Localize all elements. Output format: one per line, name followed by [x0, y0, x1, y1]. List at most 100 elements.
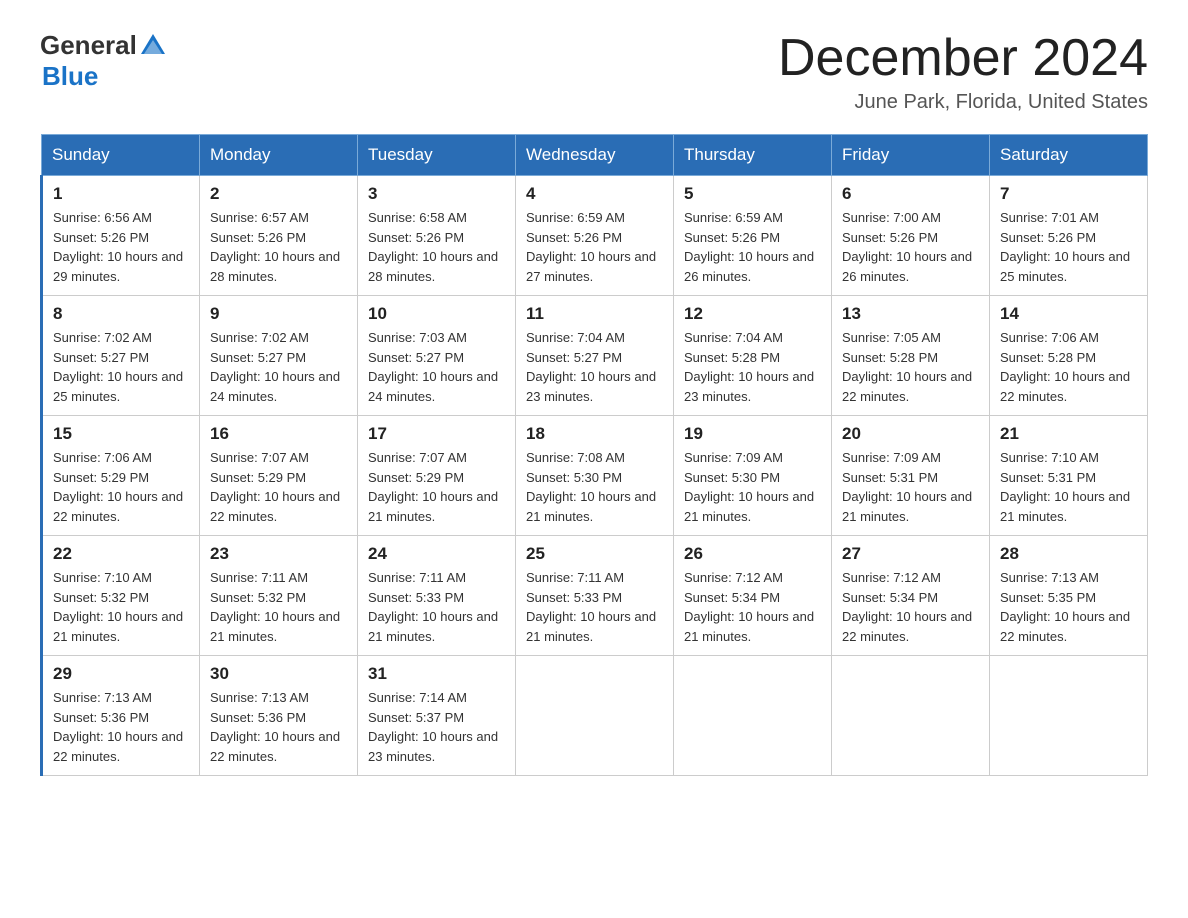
calendar-cell [674, 656, 832, 776]
calendar-cell: 5Sunrise: 6:59 AMSunset: 5:26 PMDaylight… [674, 176, 832, 296]
day-number: 28 [1000, 544, 1137, 564]
day-number: 4 [526, 184, 663, 204]
calendar-cell: 7Sunrise: 7:01 AMSunset: 5:26 PMDaylight… [990, 176, 1148, 296]
page-header: General Blue December 2024 June Park, Fl… [40, 30, 1148, 114]
day-info: Sunrise: 6:59 AMSunset: 5:26 PMDaylight:… [526, 208, 663, 286]
title-area: December 2024 June Park, Florida, United… [778, 30, 1148, 114]
day-info: Sunrise: 6:56 AMSunset: 5:26 PMDaylight:… [53, 208, 189, 286]
day-number: 23 [210, 544, 347, 564]
calendar-cell: 13 Sunrise: 7:05 AMSunset: 5:28 PMDayligh… [832, 296, 990, 416]
calendar-header-sunday: Sunday [42, 135, 200, 176]
calendar-cell: 24 Sunrise: 7:11 AMSunset: 5:33 PMDayligh… [358, 536, 516, 656]
calendar-table: SundayMondayTuesdayWednesdayThursdayFrid… [40, 134, 1148, 776]
calendar-cell: 26 Sunrise: 7:12 AMSunset: 5:34 PMDayligh… [674, 536, 832, 656]
calendar-week-row: 22 Sunrise: 7:10 AMSunset: 5:32 PMDayligh… [42, 536, 1148, 656]
day-number: 24 [368, 544, 505, 564]
day-info: Sunrise: 7:10 AMSunset: 5:31 PMDaylight:… [1000, 448, 1137, 526]
day-number: 19 [684, 424, 821, 444]
day-info: Sunrise: 7:13 AMSunset: 5:36 PMDaylight:… [210, 688, 347, 766]
day-number: 26 [684, 544, 821, 564]
calendar-cell: 2 Sunrise: 6:57 AMSunset: 5:26 PMDaylight… [200, 176, 358, 296]
calendar-header-row: SundayMondayTuesdayWednesdayThursdayFrid… [42, 135, 1148, 176]
day-number: 9 [210, 304, 347, 324]
calendar-cell: 11 Sunrise: 7:04 AMSunset: 5:27 PMDayligh… [516, 296, 674, 416]
day-number: 27 [842, 544, 979, 564]
calendar-cell: 14 Sunrise: 7:06 AMSunset: 5:28 PMDayligh… [990, 296, 1148, 416]
calendar-cell: 3Sunrise: 6:58 AMSunset: 5:26 PMDaylight… [358, 176, 516, 296]
day-number: 18 [526, 424, 663, 444]
calendar-cell: 17 Sunrise: 7:07 AMSunset: 5:29 PMDayligh… [358, 416, 516, 536]
day-info: Sunrise: 7:10 AMSunset: 5:32 PMDaylight:… [53, 568, 189, 646]
day-info: Sunrise: 7:04 AMSunset: 5:28 PMDaylight:… [684, 328, 821, 406]
logo: General Blue [40, 30, 167, 92]
calendar-cell: 23 Sunrise: 7:11 AMSunset: 5:32 PMDayligh… [200, 536, 358, 656]
day-info: Sunrise: 7:06 AMSunset: 5:29 PMDaylight:… [53, 448, 189, 526]
calendar-cell: 25 Sunrise: 7:11 AMSunset: 5:33 PMDayligh… [516, 536, 674, 656]
calendar-cell: 16 Sunrise: 7:07 AMSunset: 5:29 PMDayligh… [200, 416, 358, 536]
month-title: December 2024 [778, 30, 1148, 87]
calendar-week-row: 29 Sunrise: 7:13 AMSunset: 5:36 PMDayligh… [42, 656, 1148, 776]
calendar-header-thursday: Thursday [674, 135, 832, 176]
calendar-cell: 20Sunrise: 7:09 AMSunset: 5:31 PMDayligh… [832, 416, 990, 536]
day-info: Sunrise: 7:12 AMSunset: 5:34 PMDaylight:… [842, 568, 979, 646]
calendar-cell: 28Sunrise: 7:13 AMSunset: 5:35 PMDayligh… [990, 536, 1148, 656]
calendar-cell: 10Sunrise: 7:03 AMSunset: 5:27 PMDayligh… [358, 296, 516, 416]
logo-blue-text: Blue [42, 61, 98, 92]
calendar-cell: 31 Sunrise: 7:14 AMSunset: 5:37 PMDayligh… [358, 656, 516, 776]
day-number: 16 [210, 424, 347, 444]
day-number: 7 [1000, 184, 1137, 204]
calendar-cell: 12 Sunrise: 7:04 AMSunset: 5:28 PMDayligh… [674, 296, 832, 416]
day-info: Sunrise: 7:02 AMSunset: 5:27 PMDaylight:… [53, 328, 189, 406]
day-number: 31 [368, 664, 505, 684]
calendar-cell: 29 Sunrise: 7:13 AMSunset: 5:36 PMDayligh… [42, 656, 200, 776]
day-info: Sunrise: 6:59 AMSunset: 5:26 PMDaylight:… [684, 208, 821, 286]
day-info: Sunrise: 7:04 AMSunset: 5:27 PMDaylight:… [526, 328, 663, 406]
calendar-cell: 6 Sunrise: 7:00 AMSunset: 5:26 PMDaylight… [832, 176, 990, 296]
calendar-header-monday: Monday [200, 135, 358, 176]
day-number: 12 [684, 304, 821, 324]
day-number: 6 [842, 184, 979, 204]
calendar-week-row: 8 Sunrise: 7:02 AMSunset: 5:27 PMDaylight… [42, 296, 1148, 416]
day-info: Sunrise: 7:07 AMSunset: 5:29 PMDaylight:… [210, 448, 347, 526]
day-info: Sunrise: 7:12 AMSunset: 5:34 PMDaylight:… [684, 568, 821, 646]
day-number: 22 [53, 544, 189, 564]
calendar-cell [516, 656, 674, 776]
calendar-week-row: 15Sunrise: 7:06 AMSunset: 5:29 PMDayligh… [42, 416, 1148, 536]
calendar-cell [832, 656, 990, 776]
day-number: 1 [53, 184, 189, 204]
day-info: Sunrise: 7:11 AMSunset: 5:32 PMDaylight:… [210, 568, 347, 646]
day-number: 25 [526, 544, 663, 564]
day-info: Sunrise: 7:13 AMSunset: 5:36 PMDaylight:… [53, 688, 189, 766]
calendar-cell: 1 Sunrise: 6:56 AMSunset: 5:26 PMDaylight… [42, 176, 200, 296]
day-info: Sunrise: 7:14 AMSunset: 5:37 PMDaylight:… [368, 688, 505, 766]
calendar-header-friday: Friday [832, 135, 990, 176]
calendar-cell: 9 Sunrise: 7:02 AMSunset: 5:27 PMDaylight… [200, 296, 358, 416]
calendar-cell: 15Sunrise: 7:06 AMSunset: 5:29 PMDayligh… [42, 416, 200, 536]
day-info: Sunrise: 7:00 AMSunset: 5:26 PMDaylight:… [842, 208, 979, 286]
day-number: 8 [53, 304, 189, 324]
calendar-cell: 4 Sunrise: 6:59 AMSunset: 5:26 PMDaylight… [516, 176, 674, 296]
day-info: Sunrise: 7:05 AMSunset: 5:28 PMDaylight:… [842, 328, 979, 406]
day-info: Sunrise: 7:11 AMSunset: 5:33 PMDaylight:… [526, 568, 663, 646]
day-number: 2 [210, 184, 347, 204]
day-info: Sunrise: 7:03 AMSunset: 5:27 PMDaylight:… [368, 328, 505, 406]
calendar-cell: 18Sunrise: 7:08 AMSunset: 5:30 PMDayligh… [516, 416, 674, 536]
day-number: 11 [526, 304, 663, 324]
location-subtitle: June Park, Florida, United States [778, 91, 1148, 114]
day-number: 17 [368, 424, 505, 444]
day-info: Sunrise: 7:06 AMSunset: 5:28 PMDaylight:… [1000, 328, 1137, 406]
calendar-cell: 19Sunrise: 7:09 AMSunset: 5:30 PMDayligh… [674, 416, 832, 536]
day-info: Sunrise: 7:07 AMSunset: 5:29 PMDaylight:… [368, 448, 505, 526]
calendar-header-wednesday: Wednesday [516, 135, 674, 176]
logo-general-text: General [40, 30, 137, 61]
calendar-cell [990, 656, 1148, 776]
calendar-cell: 8 Sunrise: 7:02 AMSunset: 5:27 PMDaylight… [42, 296, 200, 416]
day-number: 14 [1000, 304, 1137, 324]
day-info: Sunrise: 6:57 AMSunset: 5:26 PMDaylight:… [210, 208, 347, 286]
day-info: Sunrise: 7:02 AMSunset: 5:27 PMDaylight:… [210, 328, 347, 406]
day-number: 13 [842, 304, 979, 324]
day-info: Sunrise: 7:11 AMSunset: 5:33 PMDaylight:… [368, 568, 505, 646]
calendar-header-tuesday: Tuesday [358, 135, 516, 176]
day-number: 29 [53, 664, 189, 684]
calendar-header-saturday: Saturday [990, 135, 1148, 176]
